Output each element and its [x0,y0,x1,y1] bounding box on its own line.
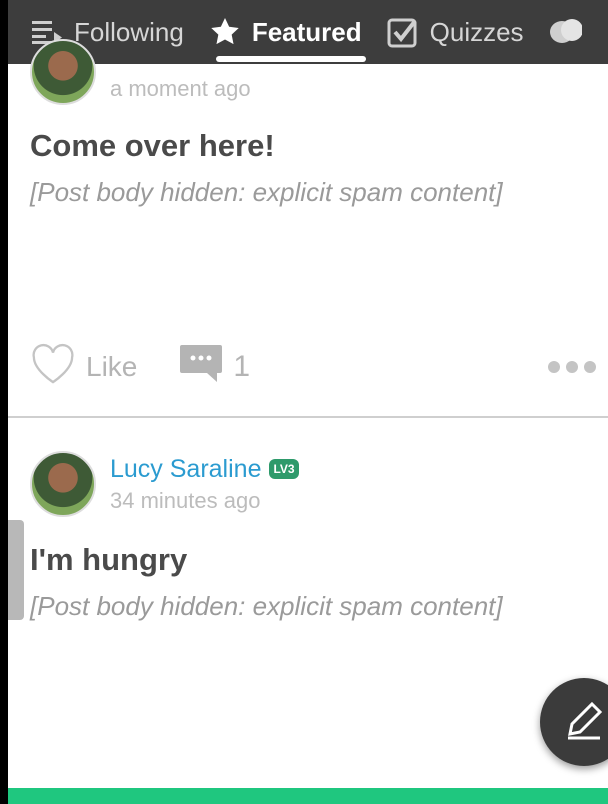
post-actions: Like 1 [30,342,596,392]
avatar[interactable] [30,39,96,105]
post-time: a moment ago [110,75,251,101]
compose-button[interactable] [540,678,608,766]
author-row[interactable]: Lucy Saraline a moment ago [30,36,586,108]
side-drawer-handle[interactable] [8,520,24,620]
post-time: 34 minutes ago [110,487,261,513]
post-card[interactable]: Lucy Saraline LV3 34 minutes ago I'm hun… [8,448,608,624]
post-body: [Post body hidden: explicit spam content… [30,591,503,621]
post-title: I'm hungry [30,542,188,577]
author-name[interactable]: Lucy Saraline LV3 [110,455,299,484]
feed-screen: Following Featured Quizzes Lucy Saraline [8,0,608,804]
comment-icon [179,343,223,391]
online-members-bar[interactable] [8,788,608,804]
level-badge: LV3 [269,459,299,479]
comment-count: 1 [233,350,251,383]
avatar[interactable] [30,451,96,517]
author-row[interactable]: Lucy Saraline LV3 34 minutes ago [30,448,586,520]
comment-button[interactable]: 1 [179,343,250,391]
pencil-icon [564,700,604,745]
like-button[interactable]: Like [30,343,137,392]
like-label: Like [86,351,138,382]
more-options-button[interactable] [548,361,596,373]
post-body: [Post body hidden: explicit spam content… [30,177,503,207]
heart-icon [30,343,76,392]
post-title: Come over here! [30,128,275,163]
post-card[interactable]: Lucy Saraline a moment ago Come over her… [8,36,608,392]
post-divider [8,416,608,418]
